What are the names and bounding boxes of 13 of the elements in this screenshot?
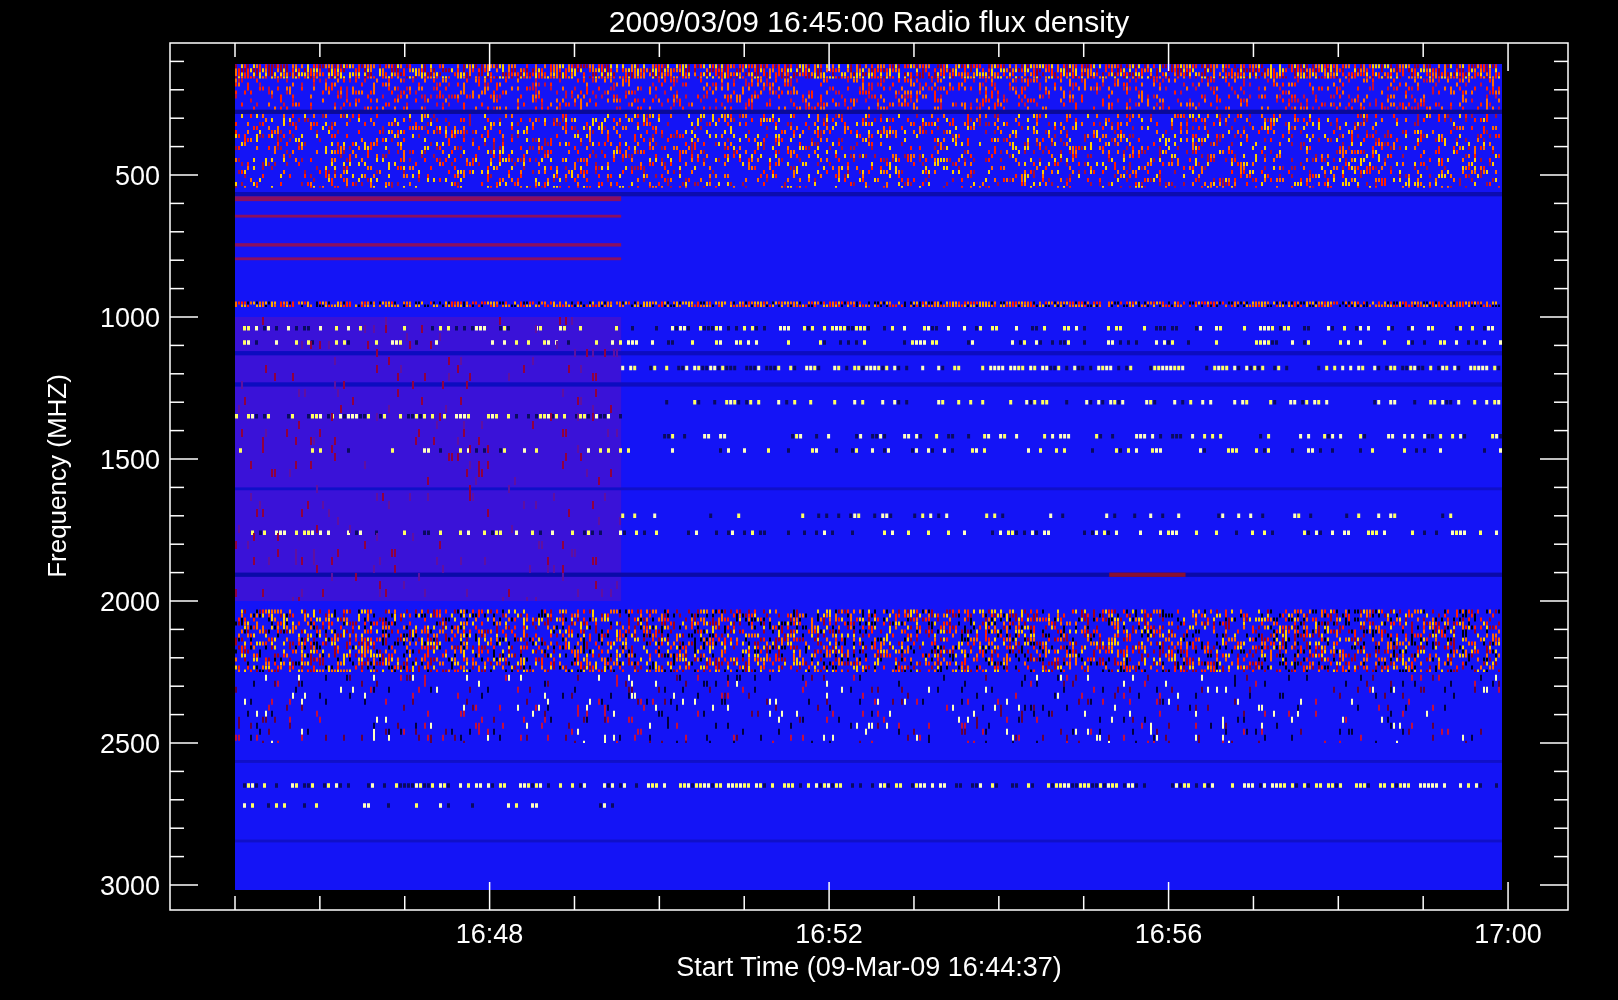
y-tick-label: 1000	[99, 303, 160, 333]
y-tick-label: 2500	[99, 729, 160, 759]
y-axis-label: Frequency (MHZ)	[42, 374, 72, 578]
x-tick-label: 16:52	[795, 919, 863, 949]
x-axis-label: Start Time (09-Mar-09 16:44:37)	[676, 952, 1062, 982]
y-tick-label: 2000	[99, 587, 160, 617]
x-tick-label: 16:56	[1134, 919, 1203, 949]
y-tick-label: 3000	[99, 871, 160, 901]
y-tick-label: 1500	[99, 445, 160, 475]
y-tick-label: 500	[114, 161, 160, 191]
chart-title: 2009/03/09 16:45:00 Radio flux density	[608, 5, 1130, 38]
x-tick-label: 17:00	[1474, 919, 1542, 949]
x-tick-label: 16:48	[455, 919, 524, 949]
